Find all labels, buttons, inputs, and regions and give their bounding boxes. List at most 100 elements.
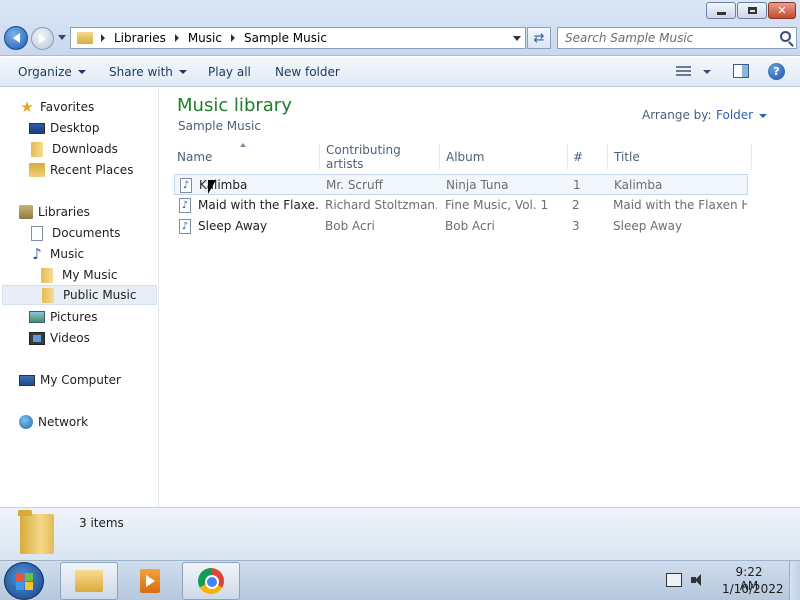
nav-label: Documents bbox=[52, 226, 121, 240]
taskbar-chrome-button[interactable] bbox=[182, 562, 240, 600]
back-button[interactable] bbox=[4, 26, 28, 50]
file-name: Maid with the Flaxe... bbox=[198, 198, 318, 212]
nav-label: Favorites bbox=[40, 100, 95, 114]
address-dropdown-icon[interactable] bbox=[513, 36, 521, 41]
file-row[interactable]: ♪ Sleep Away Bob Acri Bob Acri 3 Sleep A… bbox=[174, 216, 748, 237]
refresh-button[interactable]: ⇄ bbox=[527, 27, 551, 49]
nav-public-music[interactable]: Public Music bbox=[2, 285, 157, 305]
arrange-by-value: Folder bbox=[716, 108, 754, 122]
breadcrumb-libraries[interactable]: Libraries bbox=[114, 31, 166, 45]
audio-file-icon: ♪ bbox=[179, 198, 191, 213]
windows-logo-icon bbox=[16, 573, 33, 590]
share-with-label: Share with bbox=[109, 64, 173, 79]
search-icon[interactable] bbox=[780, 31, 791, 42]
breadcrumb-separator-icon[interactable] bbox=[101, 34, 105, 42]
nav-my-music[interactable]: My Music bbox=[39, 265, 117, 285]
nav-pictures[interactable]: Pictures bbox=[29, 307, 98, 327]
column-header-number[interactable]: # bbox=[567, 144, 608, 170]
file-artists: Bob Acri bbox=[325, 219, 375, 233]
recent-pages-dropdown[interactable] bbox=[58, 35, 66, 40]
nav-desktop[interactable]: Desktop bbox=[29, 118, 100, 138]
audio-file-icon: ♪ bbox=[180, 178, 192, 193]
show-desktop-button[interactable] bbox=[789, 561, 800, 600]
file-track-number: 3 bbox=[572, 219, 580, 233]
nav-label: Recent Places bbox=[50, 163, 134, 177]
nav-label: Libraries bbox=[38, 205, 90, 219]
file-track-number: 2 bbox=[572, 198, 580, 212]
breadcrumb-separator-icon[interactable] bbox=[230, 34, 235, 42]
search-box[interactable] bbox=[557, 27, 797, 49]
change-view-icon[interactable] bbox=[676, 66, 691, 77]
mouse-cursor-icon bbox=[208, 180, 216, 194]
preview-pane-icon[interactable] bbox=[733, 64, 749, 78]
file-title: Maid with the Flaxen H... bbox=[613, 198, 747, 212]
nav-libraries[interactable]: Libraries bbox=[19, 202, 90, 222]
chevron-down-icon bbox=[759, 113, 768, 118]
organize-button[interactable]: Organize bbox=[18, 57, 86, 87]
nav-label: Pictures bbox=[50, 310, 98, 324]
nav-label: Videos bbox=[50, 331, 90, 345]
chevron-down-icon bbox=[77, 70, 86, 74]
play-all-button[interactable]: Play all bbox=[208, 57, 251, 87]
nav-network[interactable]: Network bbox=[19, 412, 88, 432]
back-arrow-icon bbox=[12, 33, 20, 43]
details-pane: 3 items bbox=[0, 507, 800, 560]
arrange-by-label: Arrange by: bbox=[642, 108, 712, 122]
view-options-dropdown-icon[interactable] bbox=[703, 70, 711, 74]
star-icon: ★ bbox=[20, 98, 34, 116]
minimize-button[interactable] bbox=[706, 2, 736, 19]
maximize-button[interactable] bbox=[737, 2, 767, 19]
recent-places-icon bbox=[29, 163, 45, 177]
forward-arrow-icon bbox=[39, 33, 46, 44]
new-folder-button[interactable]: New folder bbox=[275, 57, 340, 87]
file-album: Ninja Tuna bbox=[446, 178, 509, 192]
close-icon: ✕ bbox=[777, 4, 787, 17]
nav-recent-places[interactable]: Recent Places bbox=[29, 160, 133, 180]
file-album: Fine Music, Vol. 1 bbox=[445, 198, 549, 212]
nav-music[interactable]: ♪ Music bbox=[29, 244, 84, 264]
column-header-artists[interactable]: Contributing artists bbox=[320, 143, 440, 171]
file-name: Kalimba bbox=[199, 178, 248, 192]
window-controls: ✕ bbox=[706, 2, 796, 19]
downloads-folder-icon bbox=[31, 141, 43, 157]
breadcrumb-music[interactable]: Music bbox=[188, 31, 222, 45]
column-header-title[interactable]: Title bbox=[608, 144, 752, 170]
navigation-pane: ★ Favorites Desktop Downloads Recent Plac… bbox=[0, 88, 159, 507]
nav-my-computer[interactable]: My Computer bbox=[19, 370, 121, 390]
pictures-icon bbox=[29, 311, 45, 323]
breadcrumb-sample-music[interactable]: Sample Music bbox=[244, 31, 327, 45]
column-header-name[interactable]: Name bbox=[171, 144, 320, 170]
help-icon[interactable]: ? bbox=[768, 63, 785, 80]
nav-favorites[interactable]: ★ Favorites bbox=[19, 97, 94, 117]
start-button[interactable] bbox=[4, 562, 44, 600]
audio-file-icon: ♪ bbox=[179, 219, 191, 234]
breadcrumb-separator-icon[interactable] bbox=[174, 34, 179, 42]
taskbar-media-player-button[interactable] bbox=[121, 562, 179, 600]
arrange-by-dropdown[interactable]: Folder bbox=[716, 108, 768, 122]
close-button[interactable]: ✕ bbox=[768, 2, 796, 19]
column-header-album[interactable]: Album bbox=[440, 144, 568, 170]
file-row[interactable]: ♪ Kalimba Mr. Scruff Ninja Tuna 1 Kalimb… bbox=[174, 174, 748, 195]
restore-icon bbox=[747, 7, 757, 14]
nav-label: Downloads bbox=[52, 142, 118, 156]
file-album: Bob Acri bbox=[445, 219, 495, 233]
address-bar[interactable]: Libraries Music Sample Music bbox=[70, 27, 526, 49]
taskbar-explorer-button[interactable] bbox=[60, 562, 118, 600]
network-tray-icon[interactable] bbox=[666, 573, 682, 587]
nav-videos[interactable]: Videos bbox=[29, 328, 90, 348]
nav-documents[interactable]: Documents bbox=[29, 223, 120, 243]
volume-icon[interactable] bbox=[691, 574, 705, 586]
nav-downloads[interactable]: Downloads bbox=[29, 139, 118, 159]
music-note-icon: ♪ bbox=[32, 245, 42, 263]
nav-label: Public Music bbox=[63, 288, 137, 302]
minimize-icon bbox=[716, 11, 726, 15]
network-icon bbox=[19, 415, 33, 429]
share-with-button[interactable]: Share with bbox=[109, 57, 187, 87]
search-input[interactable] bbox=[558, 29, 768, 47]
forward-button[interactable] bbox=[31, 27, 54, 50]
clock-date[interactable]: 1/10/2022 bbox=[722, 582, 784, 596]
library-title: Music library bbox=[177, 95, 292, 116]
desktop-icon bbox=[29, 122, 45, 134]
file-artists: Mr. Scruff bbox=[326, 178, 383, 192]
file-row[interactable]: ♪ Maid with the Flaxe... Richard Stoltzm… bbox=[174, 195, 748, 216]
